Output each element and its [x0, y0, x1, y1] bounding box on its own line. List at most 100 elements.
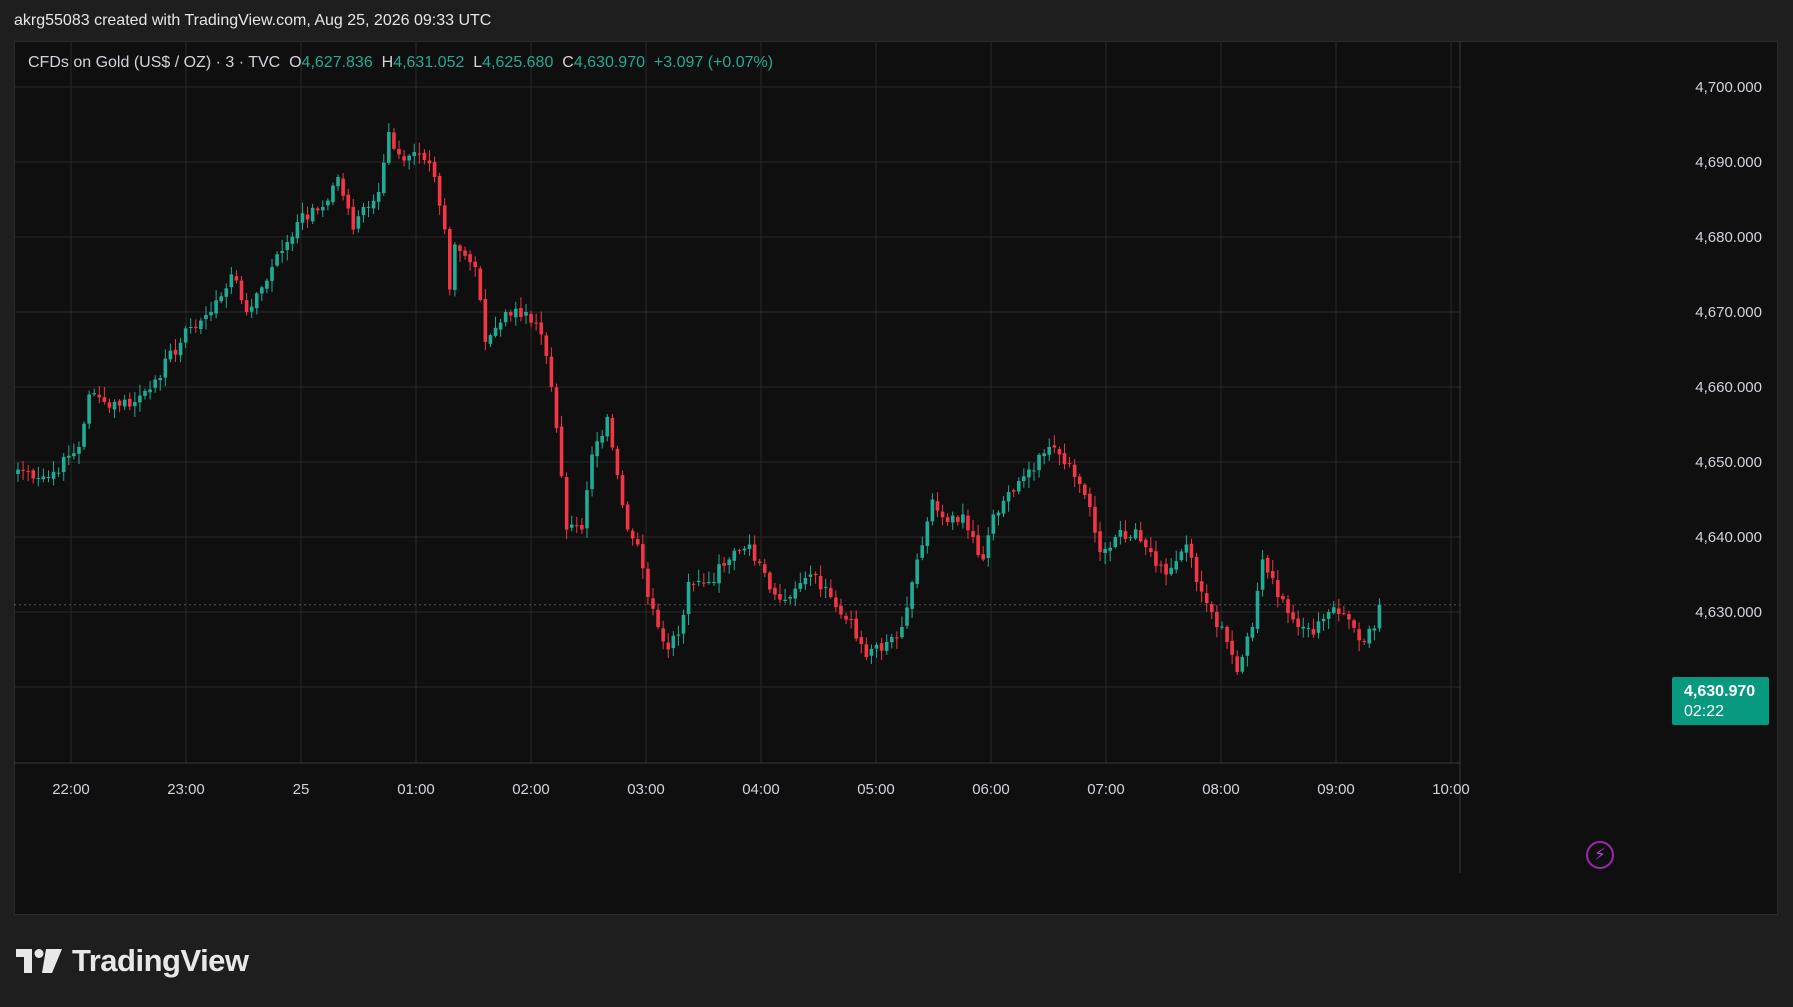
candle-body: [1240, 657, 1245, 672]
candle-body: [1311, 628, 1316, 635]
candle-body: [605, 417, 610, 437]
candle-body: [1027, 469, 1031, 478]
candle-body: [768, 572, 772, 590]
candle-body: [51, 471, 56, 479]
candle-body: [707, 582, 711, 583]
candle-body: [1301, 626, 1306, 629]
candle-body: [381, 162, 386, 194]
candle-body: [798, 583, 803, 589]
candle-body: [686, 582, 691, 615]
candle-body: [82, 423, 86, 447]
candle-body: [300, 213, 305, 223]
candle-body: [1225, 626, 1229, 642]
candle-body: [1220, 626, 1224, 628]
candle-body: [315, 208, 320, 211]
candle-body: [1265, 557, 1270, 573]
candle-body: [1199, 581, 1204, 592]
candle-body: [153, 379, 157, 388]
candle-body: [818, 575, 823, 590]
last-price-value: 4,630.970: [1684, 683, 1756, 700]
candle-body: [1286, 599, 1290, 614]
y-tick-label: 4,700.000: [1695, 79, 1762, 96]
candle-body: [783, 599, 787, 601]
candle-body: [884, 642, 889, 651]
candle-body: [397, 148, 401, 155]
candle-body: [244, 300, 249, 312]
low-value: 4,625.680: [482, 54, 554, 71]
candle-body: [905, 607, 909, 626]
candle-body: [1210, 604, 1214, 612]
candle-body: [1062, 453, 1067, 465]
candle-body: [1372, 628, 1377, 631]
candle-body: [407, 155, 411, 161]
close-label: C: [562, 54, 574, 71]
candle-body: [569, 524, 574, 528]
candle-body: [214, 300, 218, 314]
x-tick-label: 05:00: [857, 781, 895, 798]
candle-body: [229, 274, 234, 288]
candle-body: [468, 254, 472, 263]
candle-body: [808, 574, 813, 577]
candle-body: [488, 335, 493, 344]
candle-body: [625, 504, 630, 530]
candle-body: [331, 185, 335, 203]
y-tick-label: 4,660.000: [1695, 379, 1762, 396]
candle-body: [1357, 629, 1361, 641]
candle-body: [1022, 476, 1026, 482]
candle-body: [1250, 627, 1255, 638]
candle-body: [351, 207, 356, 230]
change-value: +3.097 (+0.07%): [653, 54, 774, 71]
candle-body: [788, 597, 792, 599]
candle-body: [524, 312, 528, 316]
candle-body: [458, 245, 462, 251]
candle-body: [935, 501, 940, 511]
candle-body: [1149, 548, 1153, 552]
candle-body: [1123, 531, 1128, 539]
candle-body: [463, 250, 467, 256]
candle-body: [1245, 636, 1250, 656]
y-tick-label: 4,640.000: [1695, 529, 1762, 546]
candle-body: [168, 350, 173, 360]
candle-body: [742, 548, 747, 551]
candle-body: [127, 398, 132, 407]
bar-countdown: 02:22: [1684, 703, 1725, 720]
candle-body: [971, 531, 975, 537]
candle-body: [427, 160, 432, 164]
candle-body: [107, 402, 112, 408]
candle-body: [1174, 561, 1179, 570]
candle-body: [1291, 612, 1295, 620]
candle-body: [712, 581, 716, 584]
candle-body: [986, 535, 991, 559]
candle-body: [148, 389, 152, 393]
candle-body: [1260, 559, 1265, 590]
candle-body: [615, 448, 620, 476]
candle-body: [920, 545, 925, 558]
candle-body: [940, 511, 945, 518]
close-value: 4,630.970: [573, 54, 645, 71]
x-tick-label: 03:00: [627, 781, 665, 798]
candle-body: [1047, 447, 1052, 455]
candle-body: [199, 320, 203, 329]
open-label: O: [289, 54, 302, 71]
candle-body: [422, 152, 427, 161]
candle-body: [1230, 640, 1234, 655]
candle-body: [1088, 493, 1092, 507]
candle-body: [163, 358, 168, 378]
candle-body: [402, 156, 406, 161]
candlestick-chart[interactable]: 4,620.0004,630.0004,640.0004,650.0004,66…: [14, 41, 1778, 915]
candle-body: [321, 207, 325, 211]
brand[interactable]: TradingView: [16, 941, 249, 981]
candle-body: [1108, 547, 1112, 551]
candle-body: [77, 447, 81, 454]
candle-body: [1072, 464, 1077, 477]
candle-body: [717, 564, 721, 584]
lightning-icon[interactable]: ⚡︎: [1586, 841, 1614, 869]
candle-body: [732, 550, 737, 561]
candle-body: [859, 637, 864, 644]
candle-body: [950, 515, 955, 523]
attribution-text: akrg55083 created with TradingView.com, …: [14, 12, 492, 29]
candle-body: [387, 132, 391, 163]
candle-body: [1189, 543, 1194, 558]
candle-body: [1347, 614, 1351, 620]
candle-body: [1067, 463, 1072, 465]
